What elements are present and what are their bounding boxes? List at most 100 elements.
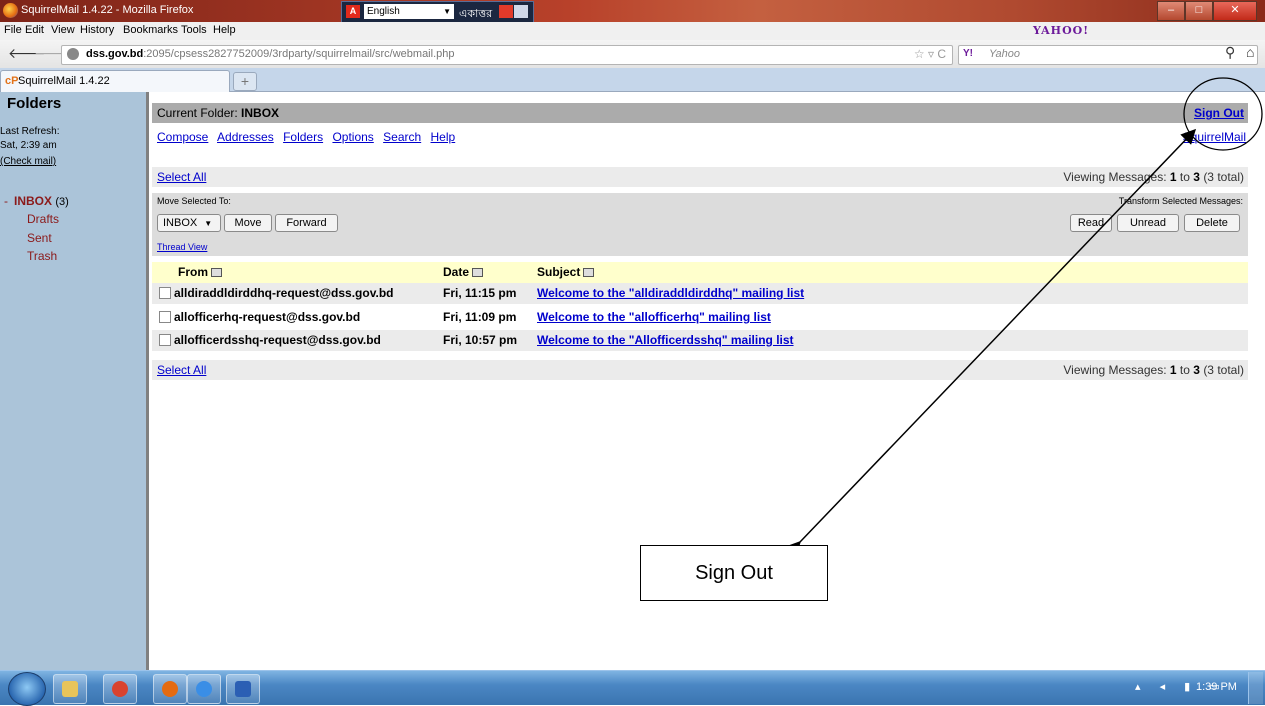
chevron-down-icon: ▼ — [443, 7, 451, 16]
viewing-to-word: to — [1179, 170, 1190, 184]
viewing-to: 3 — [1193, 170, 1200, 184]
viewing-from: 1 — [1169, 363, 1177, 377]
show-desktop-button[interactable] — [1248, 672, 1263, 704]
delete-button[interactable]: Delete — [1184, 214, 1240, 232]
sort-icon[interactable] — [472, 268, 484, 278]
search-bar[interactable]: Y! Yahoo — [958, 45, 1258, 65]
move-target-value: INBOX — [163, 217, 198, 229]
search-icon[interactable]: ⚲ — [1225, 44, 1235, 61]
home-icon[interactable]: ⌂ — [1246, 44, 1254, 60]
avro-icon[interactable]: A — [346, 5, 360, 18]
language-toolbar: A English ▼ একাত্তর — [341, 1, 534, 23]
tab-squirrelmail[interactable]: cP SquirrelMail 1.4.22 — [0, 70, 230, 92]
col-from-label: From — [178, 265, 208, 279]
menu-bookmarks[interactable]: Bookmarks — [123, 24, 178, 36]
message-actions-box: Move Selected To: Transform Selected Mes… — [152, 193, 1248, 256]
tab-label: SquirrelMail 1.4.22 — [18, 75, 110, 87]
viewing-prefix: Viewing Messages: — [1063, 363, 1167, 377]
folders-link[interactable]: Folders — [283, 130, 323, 144]
help-link[interactable]: Help — [431, 130, 456, 144]
close-button[interactable]: ✕ — [1213, 1, 1257, 21]
col-subject-label: Subject — [537, 265, 581, 279]
check-mail-link[interactable]: (Check mail) — [0, 156, 56, 167]
sign-out-link[interactable]: Sign Out — [1194, 106, 1244, 120]
transform-label: Transform Selected Messages: — [1118, 196, 1243, 206]
row-date: Fri, 11:15 pm — [443, 286, 517, 300]
start-button[interactable] — [8, 672, 46, 706]
word-taskbar-icon[interactable] — [226, 674, 260, 704]
last-refresh-label: Last Refresh: — [0, 126, 60, 137]
read-button[interactable]: Read — [1070, 214, 1112, 232]
sort-icon[interactable] — [583, 268, 595, 278]
folders-heading: Folders — [7, 95, 62, 112]
row-from: allofficerdsshq-request@dss.gov.bd — [174, 333, 381, 347]
minimize-button[interactable]: – — [1157, 1, 1185, 21]
ie-taskbar-icon[interactable] — [187, 674, 221, 704]
yahoo-search-icon[interactable]: Y! — [963, 48, 973, 59]
title-bar: SquirrelMail 1.4.22 - Mozilla Firefox A … — [0, 0, 1265, 23]
move-button[interactable]: Move — [224, 214, 272, 232]
row-subject-link[interactable]: Welcome to the "allofficerhq" mailing li… — [537, 310, 771, 324]
viewing-to-word: to — [1179, 363, 1190, 377]
viewing-prefix: Viewing Messages: — [1063, 170, 1167, 184]
keyboard-icon[interactable] — [499, 5, 513, 18]
search-link[interactable]: Search — [383, 130, 421, 144]
viewing-total: (3 total) — [1203, 363, 1244, 377]
url-host: dss.gov.bd — [86, 48, 144, 60]
squirrelmail-link[interactable]: SquirrelMail — [1183, 130, 1246, 144]
url-bar[interactable]: dss.gov.bd:2095/cpsess2827752009/3rdpart… — [61, 45, 953, 65]
table-row[interactable]: alldiraddldirddhq-request@dss.gov.bd Fri… — [152, 283, 1248, 304]
table-row[interactable]: allofficerhq-request@dss.gov.bd Fri, 11:… — [152, 307, 1248, 328]
row-subject-link[interactable]: Welcome to the "alldiraddldirddhq" maili… — [537, 286, 804, 300]
sidebar-item-sent[interactable]: Sent — [27, 231, 52, 245]
row-subject-link[interactable]: Welcome to the "Allofficerdsshq" mailing… — [537, 333, 794, 347]
inbox-label: INBOX — [14, 194, 53, 208]
table-row[interactable]: allofficerdsshq-request@dss.gov.bd Fri, … — [152, 330, 1248, 351]
menu-view[interactable]: View — [51, 24, 75, 36]
row-checkbox[interactable] — [159, 311, 171, 323]
explorer-taskbar-icon[interactable] — [53, 674, 87, 704]
maximize-button[interactable]: □ — [1185, 1, 1213, 21]
minimize-toolbar-icon[interactable] — [514, 5, 528, 18]
language-select[interactable]: English ▼ — [364, 4, 454, 19]
menu-help[interactable]: Help — [213, 24, 236, 36]
menu-history[interactable]: History — [80, 24, 114, 36]
menu-edit[interactable]: Edit — [25, 24, 44, 36]
row-checkbox[interactable] — [159, 334, 171, 346]
col-subject: Subject — [537, 265, 595, 279]
sidebar-item-inbox[interactable]: INBOX (3) — [14, 194, 69, 208]
move-target-select[interactable]: INBOX ▼ — [157, 214, 221, 232]
row-checkbox[interactable] — [159, 287, 171, 299]
col-from: From — [178, 265, 222, 279]
bookmark-star-icon[interactable]: ☆ ▿ C — [914, 47, 946, 61]
menu-file[interactable]: File — [4, 24, 22, 36]
sidebar-item-trash[interactable]: Trash — [27, 249, 57, 263]
compose-link[interactable]: Compose — [157, 130, 208, 144]
firefox-taskbar-icon[interactable] — [153, 674, 187, 704]
language-select-value: English — [367, 6, 400, 17]
thread-view-link[interactable]: Thread View — [157, 242, 207, 252]
tab-bar: cP SquirrelMail 1.4.22 + — [0, 68, 1265, 92]
forward-button[interactable]: Forward — [275, 214, 338, 232]
unread-button[interactable]: Unread — [1117, 214, 1179, 232]
cpanel-icon: cP — [5, 75, 19, 87]
addresses-link[interactable]: Addresses — [217, 130, 274, 144]
chrome-taskbar-icon[interactable] — [103, 674, 137, 704]
new-tab-button[interactable]: + — [233, 72, 257, 91]
firefox-icon — [3, 3, 18, 18]
select-all-link[interactable]: Select All — [157, 170, 206, 184]
options-link[interactable]: Options — [332, 130, 373, 144]
folder-pane: Folders Last Refresh: Sat, 2:39 am (Chec… — [0, 92, 149, 670]
viewing-messages: Viewing Messages: 1 to 3 (3 total) — [1063, 170, 1244, 184]
inbox-expander[interactable]: - — [4, 194, 8, 208]
taskbar: ▴ ◂ ▮ ▭ 1:39 PM — [0, 670, 1265, 706]
row-from: alldiraddldirddhq-request@dss.gov.bd — [174, 286, 394, 300]
chevron-down-icon: ▼ — [204, 219, 213, 228]
menu-tools[interactable]: Tools — [181, 24, 207, 36]
yahoo-logo: YAHOO! — [1033, 24, 1090, 37]
site-identity-icon[interactable] — [67, 48, 79, 60]
select-all-link[interactable]: Select All — [157, 363, 206, 377]
sidebar-item-drafts[interactable]: Drafts — [27, 212, 59, 226]
url-path: :2095/cpsess2827752009/3rdparty/squirrel… — [143, 48, 455, 60]
sort-icon[interactable] — [211, 268, 222, 278]
